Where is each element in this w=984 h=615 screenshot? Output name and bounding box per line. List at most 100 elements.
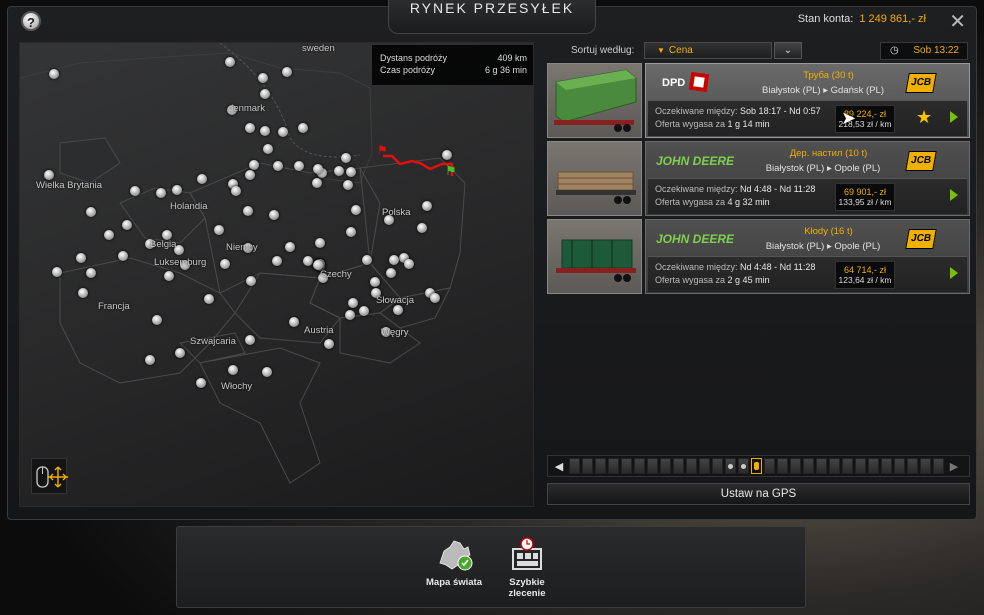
city-marker[interactable] (246, 276, 256, 286)
city-marker[interactable] (278, 127, 288, 137)
page-segment[interactable] (634, 458, 645, 474)
job-1-trailer-image[interactable] (547, 63, 642, 138)
city-marker[interactable] (343, 180, 353, 190)
city-marker[interactable] (231, 186, 241, 196)
city-marker[interactable] (220, 259, 230, 269)
city-marker[interactable] (285, 242, 295, 252)
city-marker[interactable] (122, 220, 132, 230)
city-marker[interactable] (225, 57, 235, 67)
city-marker[interactable] (245, 335, 255, 345)
city-marker[interactable] (334, 166, 344, 176)
page-segment[interactable] (595, 458, 606, 474)
city-marker[interactable] (249, 160, 259, 170)
scroll-right-button[interactable]: ▶ (945, 457, 963, 475)
help-button[interactable]: ? (21, 11, 41, 31)
city-marker[interactable] (430, 293, 440, 303)
city-marker[interactable] (351, 205, 361, 215)
city-marker[interactable] (346, 227, 356, 237)
page-segment[interactable] (933, 458, 944, 474)
page-segment[interactable] (777, 458, 788, 474)
city-marker[interactable] (152, 315, 162, 325)
set-gps-button[interactable]: Ustaw na GPS (547, 483, 970, 505)
page-segment[interactable] (608, 458, 619, 474)
page-segment[interactable] (803, 458, 814, 474)
favorite-star-icon[interactable]: ★ (916, 107, 932, 128)
city-marker[interactable] (145, 355, 155, 365)
city-marker[interactable] (359, 306, 369, 316)
city-marker[interactable] (78, 288, 88, 298)
select-job-arrow-icon[interactable] (950, 267, 958, 279)
page-segment[interactable] (764, 458, 775, 474)
page-segment[interactable] (868, 458, 879, 474)
city-marker[interactable] (263, 144, 273, 154)
city-marker[interactable] (273, 161, 283, 171)
city-marker[interactable] (86, 268, 96, 278)
city-marker[interactable] (393, 305, 403, 315)
job-2-trailer-image[interactable] (547, 141, 642, 216)
page-segment[interactable] (907, 458, 918, 474)
scroll-left-button[interactable]: ◀ (550, 457, 568, 475)
page-segment[interactable] (725, 458, 736, 474)
page-segment[interactable] (842, 458, 853, 474)
route-map[interactable]: ⚑ ⚑ sweden denmark Wielka Brytania Holan… (19, 42, 534, 507)
city-marker[interactable] (442, 150, 452, 160)
sort-select[interactable]: ▼ Cena (644, 42, 772, 59)
city-marker[interactable] (86, 207, 96, 217)
world-map-button[interactable]: Mapa świata (418, 537, 490, 588)
page-segment[interactable] (816, 458, 827, 474)
page-segment[interactable] (829, 458, 840, 474)
city-marker[interactable] (282, 67, 292, 77)
job-card-2[interactable]: JOHN DEERE Дер. настил (10 t) Białystok … (645, 141, 970, 216)
city-marker[interactable] (76, 253, 86, 263)
city-marker[interactable] (346, 167, 356, 177)
city-marker[interactable] (315, 238, 325, 248)
city-marker[interactable] (324, 339, 334, 349)
city-marker[interactable] (196, 378, 206, 388)
quick-job-button[interactable]: Szybkie zlecenie (491, 537, 563, 599)
city-marker[interactable] (298, 123, 308, 133)
city-marker[interactable] (49, 69, 59, 79)
page-segment[interactable] (881, 458, 892, 474)
map-controls[interactable] (31, 458, 68, 494)
city-marker[interactable] (417, 223, 427, 233)
city-marker[interactable] (260, 89, 270, 99)
select-job-arrow-icon[interactable] (950, 111, 958, 123)
city-marker[interactable] (362, 255, 372, 265)
city-marker[interactable] (44, 170, 54, 180)
job-3-trailer-image[interactable] (547, 219, 642, 294)
city-marker[interactable] (294, 161, 304, 171)
city-marker[interactable] (262, 367, 272, 377)
select-job-arrow-icon[interactable] (950, 189, 958, 201)
city-marker[interactable] (172, 185, 182, 195)
city-marker[interactable] (258, 73, 268, 83)
city-marker[interactable] (130, 186, 140, 196)
city-marker[interactable] (118, 251, 128, 261)
city-marker[interactable] (348, 298, 358, 308)
city-marker[interactable] (386, 268, 396, 278)
page-segment[interactable] (686, 458, 697, 474)
page-segment[interactable] (647, 458, 658, 474)
page-segment[interactable] (673, 458, 684, 474)
page-segment[interactable] (569, 458, 580, 474)
close-button[interactable]: ✕ (949, 9, 966, 34)
city-marker[interactable] (204, 294, 214, 304)
city-marker[interactable] (272, 256, 282, 266)
city-marker[interactable] (341, 153, 351, 163)
city-marker[interactable] (197, 174, 207, 184)
page-segment[interactable] (699, 458, 710, 474)
page-segment[interactable] (855, 458, 866, 474)
city-marker[interactable] (269, 210, 279, 220)
city-marker[interactable] (370, 277, 380, 287)
job-card-1[interactable]: DPD Труба (30 t) Białystok (PL) ▸ Gdańsk… (645, 63, 970, 138)
job-list-scrollbar[interactable]: ◀ ▶ (547, 455, 970, 477)
city-marker[interactable] (389, 255, 399, 265)
city-marker[interactable] (422, 201, 432, 211)
city-marker[interactable] (245, 170, 255, 180)
page-segment[interactable] (920, 458, 931, 474)
city-marker[interactable] (260, 126, 270, 136)
job-card-3[interactable]: JOHN DEERE Kłody (16 t) Białystok (PL) ▸… (645, 219, 970, 294)
page-segment-current[interactable] (751, 458, 762, 474)
city-marker[interactable] (313, 164, 323, 174)
city-marker[interactable] (52, 267, 62, 277)
city-marker[interactable] (289, 317, 299, 327)
